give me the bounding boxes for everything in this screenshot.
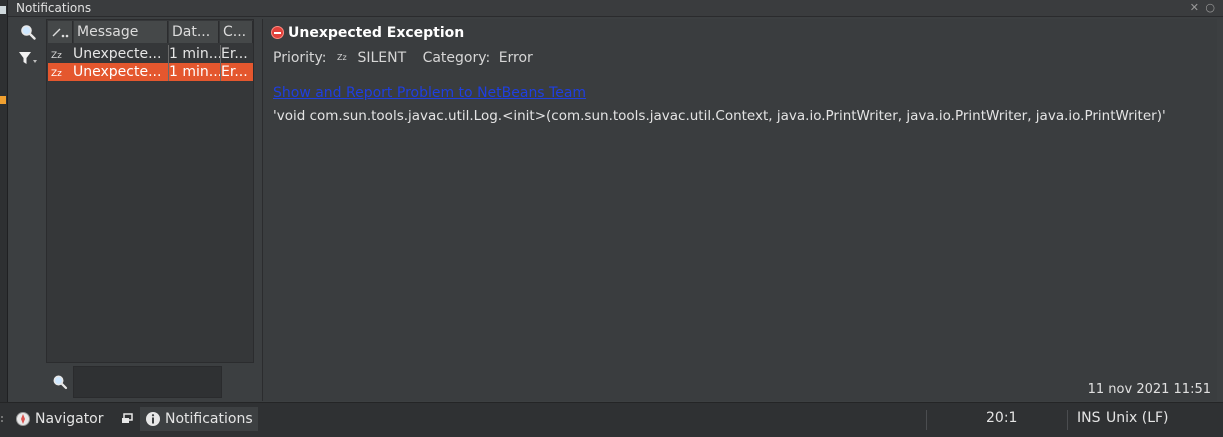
svg-text:Zz: Zz bbox=[51, 51, 62, 61]
info-icon bbox=[146, 412, 160, 426]
detail-meta: Priority: Zz SILENT Category: Error bbox=[273, 50, 533, 66]
report-problem-link[interactable]: Show and Report Problem to NetBeans Team bbox=[273, 85, 586, 101]
insert-mode[interactable]: INS bbox=[1077, 410, 1101, 426]
priority-silent-icon: Zz bbox=[50, 63, 72, 81]
notifications-toolbar bbox=[12, 19, 44, 400]
side-warning-icon[interactable] bbox=[0, 96, 6, 104]
grip-icon bbox=[1, 416, 3, 422]
priority-silent-icon: Zz bbox=[50, 45, 72, 63]
row-date: 1 min... bbox=[168, 45, 220, 63]
column-priority-header[interactable] bbox=[48, 21, 73, 43]
category-label: Category: bbox=[422, 50, 491, 66]
column-message-header[interactable]: Message bbox=[74, 21, 168, 43]
window-titlebar: Notifications ✕ ○ bbox=[8, 0, 1223, 17]
row-category: Er... bbox=[220, 45, 253, 63]
side-file-icon[interactable] bbox=[0, 6, 6, 14]
filter-button[interactable] bbox=[16, 47, 40, 69]
detail-title: Unexpected Exception bbox=[288, 25, 465, 41]
priority-label: Priority: bbox=[273, 50, 327, 66]
table-row[interactable]: Zz Unexpecte... 1 min... Er... bbox=[48, 45, 253, 63]
quick-search bbox=[46, 366, 254, 400]
svg-text:Zz: Zz bbox=[51, 69, 62, 79]
minimize-icon[interactable]: ○ bbox=[1205, 1, 1215, 14]
window-title: Notifications bbox=[16, 1, 92, 15]
compass-icon bbox=[16, 412, 30, 426]
notifications-label: Notifications bbox=[165, 411, 253, 427]
notifications-tab[interactable]: Notifications bbox=[140, 407, 258, 431]
notification-timestamp: 11 nov 2021 11:51 bbox=[1087, 382, 1211, 397]
svg-text:Zz: Zz bbox=[337, 53, 347, 62]
column-date-header[interactable]: Dat... bbox=[169, 21, 219, 43]
sort-arrow-icon bbox=[52, 28, 69, 38]
row-category: Er... bbox=[220, 63, 253, 81]
navigator-label: Navigator bbox=[35, 411, 104, 427]
search-input[interactable] bbox=[73, 366, 222, 398]
exception-message: 'void com.sun.tools.javac.util.Log.<init… bbox=[273, 108, 1166, 124]
restore-window-icon bbox=[122, 413, 133, 423]
status-bar: Navigator Notifications 20:1 INS Unix (L… bbox=[0, 402, 1223, 437]
left-side-strip bbox=[0, 0, 8, 402]
error-icon bbox=[271, 26, 284, 39]
priority-silent-icon: Zz bbox=[337, 50, 349, 66]
notification-detail: Unexpected Exception Priority: Zz SILENT… bbox=[262, 19, 1217, 401]
filter-icon bbox=[19, 52, 37, 64]
status-divider bbox=[1067, 410, 1068, 430]
column-category-header[interactable]: C... bbox=[220, 21, 253, 43]
table-row-selected[interactable]: Zz Unexpecte... 1 min... Er... bbox=[48, 63, 253, 81]
priority-value: SILENT bbox=[357, 50, 407, 66]
search-toggle-button[interactable] bbox=[16, 21, 40, 43]
status-divider bbox=[926, 410, 927, 430]
row-date: 1 min... bbox=[168, 63, 220, 81]
close-icon[interactable]: ✕ bbox=[1190, 1, 1199, 14]
row-message: Unexpecte... bbox=[73, 64, 162, 80]
notifications-list: Message Dat... C... Zz Unexpecte... 1 mi… bbox=[46, 19, 254, 363]
row-message: Unexpecte... bbox=[73, 46, 162, 62]
line-ending[interactable]: Unix (LF) bbox=[1106, 410, 1169, 426]
navigator-tab[interactable]: Navigator bbox=[15, 407, 104, 431]
category-value: Error bbox=[498, 50, 533, 66]
search-icon bbox=[53, 375, 68, 390]
cursor-position[interactable]: 20:1 bbox=[986, 410, 1017, 426]
restore-button[interactable] bbox=[120, 407, 134, 431]
search-icon bbox=[21, 25, 36, 40]
